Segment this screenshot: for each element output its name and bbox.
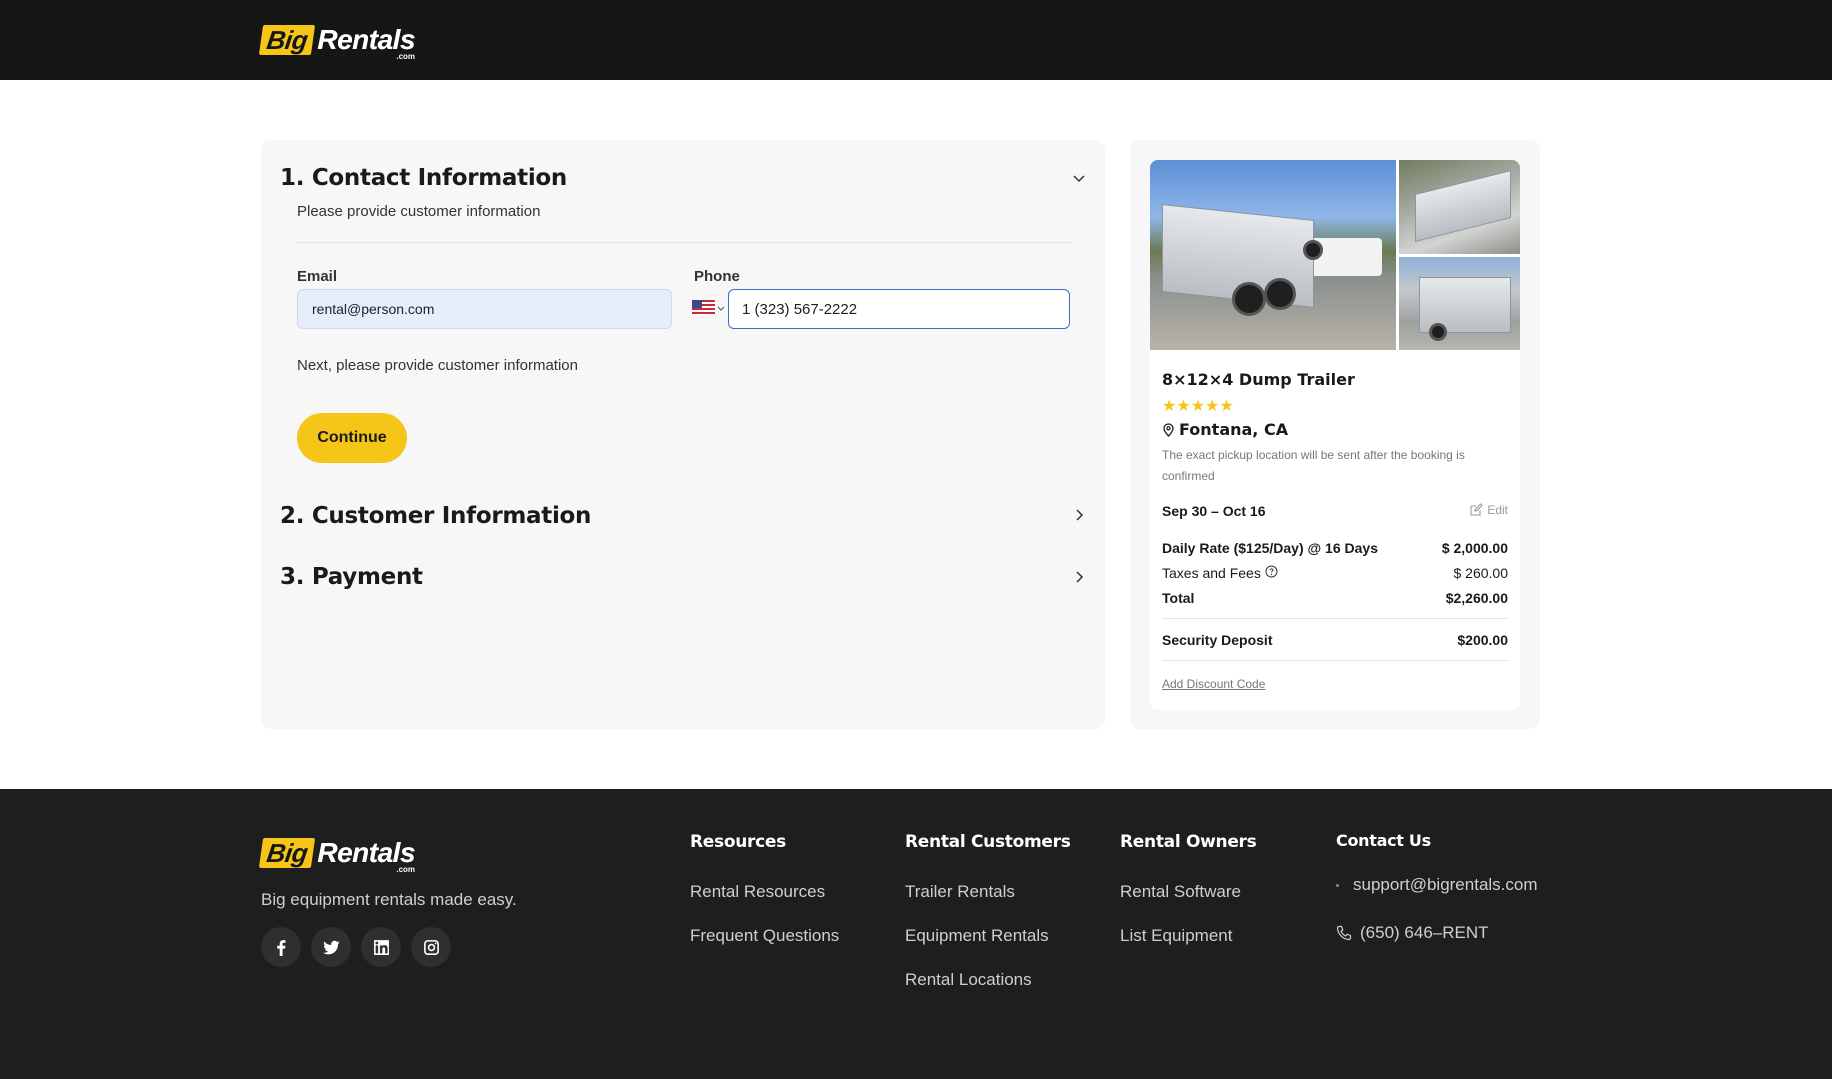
chevron-down-icon[interactable]: [1071, 170, 1087, 186]
country-code-select[interactable]: [692, 300, 725, 315]
taxes-value: $ 260.00: [1453, 565, 1509, 581]
footer-link-rental-software[interactable]: Rental Software: [1120, 882, 1241, 902]
logo-com: .com: [396, 865, 416, 874]
email-label: Email: [297, 268, 338, 285]
linkedin-icon[interactable]: [361, 927, 401, 967]
logo-rentals: Rentals: [317, 837, 416, 868]
location-pin-icon: [1163, 422, 1174, 437]
phone-icon: [1336, 925, 1352, 941]
add-discount-code-link[interactable]: Add Discount Code: [1162, 677, 1265, 691]
logo-com: .com: [396, 52, 416, 61]
item-title: 8×12×4 Dump Trailer: [1162, 370, 1355, 389]
footer-email-text: support@bigrentals.com: [1353, 875, 1538, 894]
brand-logo[interactable]: Big Rentals .com: [258, 24, 416, 61]
contact-subtitle: Please provide customer information: [297, 203, 541, 220]
footer-contact-heading: Contact Us: [1336, 831, 1431, 850]
order-summary-card: 8×12×4 Dump Trailer ★★★★★ Fontana, CA Th…: [1150, 160, 1520, 710]
daily-rate-value: $ 2,000.00: [1441, 540, 1508, 556]
info-icon[interactable]: [1265, 565, 1278, 581]
footer-link-list-equipment[interactable]: List Equipment: [1120, 926, 1232, 946]
logo-big: Big: [258, 838, 316, 868]
continue-button[interactable]: Continue: [297, 413, 407, 463]
item-location: Fontana, CA: [1162, 420, 1288, 439]
total-value: $2,260.00: [1445, 590, 1508, 606]
facebook-icon[interactable]: [261, 927, 301, 967]
pickup-note: The exact pickup location will be sent a…: [1162, 448, 1465, 483]
instagram-icon[interactable]: [411, 927, 451, 967]
phone-input[interactable]: [728, 289, 1070, 329]
footer-tagline: Big equipment rentals made easy.: [261, 890, 517, 909]
twitter-icon[interactable]: [311, 927, 351, 967]
rental-dates: Sep 30 – Oct 16: [1162, 503, 1266, 519]
top-navbar: Big Rentals .com: [0, 0, 1832, 80]
taxes-label: Taxes and Fees: [1162, 565, 1261, 581]
email-input[interactable]: [297, 289, 672, 329]
trailer-photo-side[interactable]: [1399, 160, 1520, 254]
section-payment-title[interactable]: 3. Payment: [280, 564, 423, 590]
taxes-row: Taxes and Fees $ 260.00: [1162, 565, 1508, 581]
rating-stars: ★★★★★: [1162, 398, 1234, 415]
total-row: Total $2,260.00: [1162, 590, 1508, 606]
mail-icon: [1336, 883, 1339, 887]
edit-dates-button[interactable]: Edit: [1469, 503, 1508, 517]
divider: [297, 242, 1073, 243]
deposit-row: Security Deposit $200.00: [1162, 632, 1508, 648]
total-label: Total: [1162, 590, 1195, 606]
order-summary-panel: 8×12×4 Dump Trailer ★★★★★ Fontana, CA Th…: [1130, 140, 1540, 729]
deposit-value: $200.00: [1457, 632, 1508, 648]
footer-contact-phone[interactable]: (650) 646–RENT: [1336, 923, 1489, 943]
footer-resources-heading: Resources: [690, 832, 786, 852]
trailer-photo-rear[interactable]: [1399, 257, 1520, 350]
divider: [1162, 618, 1508, 619]
footer-phone-text: (650) 646–RENT: [1360, 923, 1489, 942]
chevron-right-icon[interactable]: [1071, 569, 1087, 585]
logo-big: Big: [258, 25, 316, 55]
footer-link-rental-locations[interactable]: Rental Locations: [905, 970, 1032, 990]
daily-rate-row: Daily Rate ($125/Day) @ 16 Days $ 2,000.…: [1162, 540, 1508, 556]
chevron-down-icon: [717, 306, 725, 311]
footer-link-trailer-rentals[interactable]: Trailer Rentals: [905, 882, 1015, 902]
location-text: Fontana, CA: [1179, 420, 1289, 439]
us-flag-icon: [692, 300, 715, 315]
logo-rentals: Rentals: [317, 24, 416, 55]
edit-label: Edit: [1487, 503, 1508, 517]
section-contact-title[interactable]: 1. Contact Information: [280, 165, 567, 191]
trailer-photo-main[interactable]: [1150, 160, 1396, 350]
phone-label: Phone: [694, 268, 740, 285]
checkout-form: 1. Contact Information Please provide cu…: [261, 140, 1105, 729]
footer-logo[interactable]: Big Rentals .com: [258, 837, 416, 874]
divider: [1162, 660, 1508, 661]
footer-link-rental-resources[interactable]: Rental Resources: [690, 882, 825, 902]
footer-link-frequent-questions[interactable]: Frequent Questions: [690, 926, 839, 946]
chevron-right-icon[interactable]: [1071, 507, 1087, 523]
footer-rental-owners-heading: Rental Owners: [1120, 832, 1257, 852]
footer-contact-email[interactable]: support@bigrentals.com: [1336, 875, 1538, 895]
footer-link-equipment-rentals[interactable]: Equipment Rentals: [905, 926, 1049, 946]
daily-rate-label: Daily Rate ($125/Day) @ 16 Days: [1162, 540, 1378, 556]
next-step-text: Next, please provide customer informatio…: [297, 357, 578, 374]
section-customer-title[interactable]: 2. Customer Information: [280, 503, 591, 529]
deposit-label: Security Deposit: [1162, 632, 1273, 648]
edit-icon: [1470, 503, 1484, 516]
footer-rental-customers-heading: Rental Customers: [905, 832, 1071, 852]
